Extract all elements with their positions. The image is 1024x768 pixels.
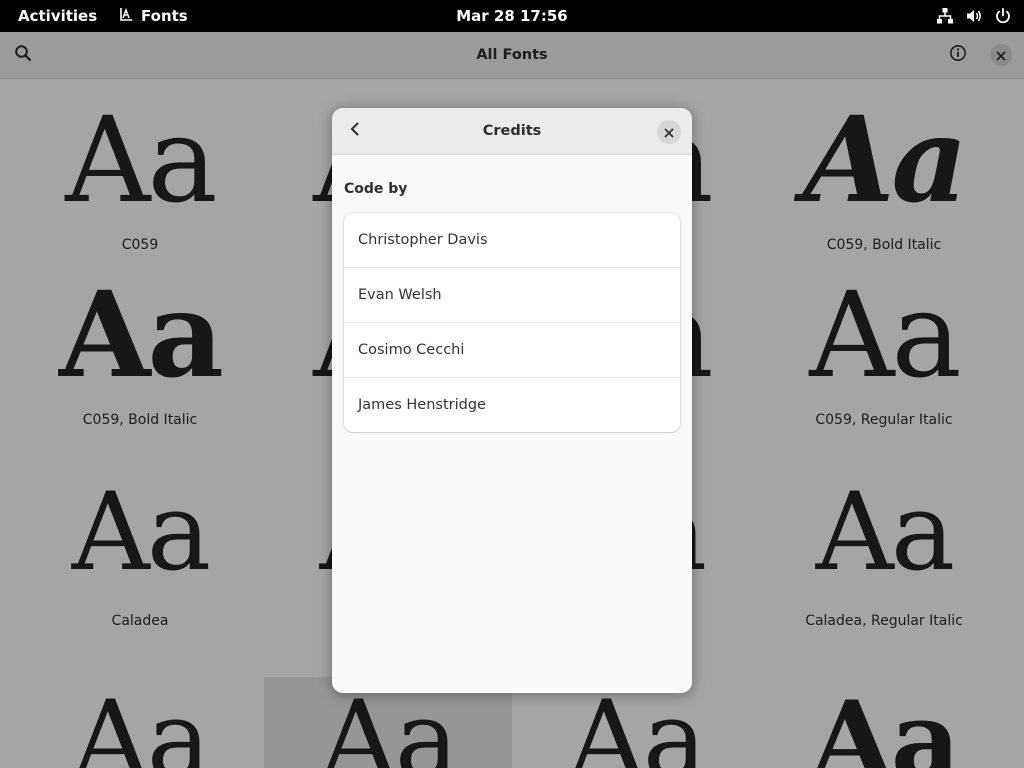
back-button[interactable] — [341, 117, 369, 145]
list-item: James Henstridge — [358, 397, 486, 413]
list-item: Cosimo Cecchi — [344, 323, 680, 378]
credits-list: Christopher Davis Evan Welsh Cosimo Cecc… — [344, 213, 680, 432]
dialog-header: Credits — [332, 108, 692, 155]
clock[interactable]: Mar 28 17:56 — [448, 7, 576, 25]
top-bar: Activities Fonts Mar 28 17:56 — [0, 0, 1024, 32]
system-status-area[interactable] — [936, 0, 1012, 32]
list-item: Evan Welsh — [344, 268, 680, 323]
credits-dialog: Credits Code by Christopher Davis Evan W… — [332, 108, 692, 693]
list-item: Christopher Davis — [344, 213, 680, 268]
fonts-app-icon — [118, 6, 134, 26]
dialog-title: Credits — [482, 123, 542, 139]
power-icon — [994, 7, 1012, 25]
back-arrow-icon — [347, 121, 363, 141]
section-heading: Code by — [344, 181, 408, 197]
app-menu-button[interactable]: Fonts — [110, 0, 196, 32]
app-menu-label: Fonts — [141, 7, 188, 25]
close-icon — [664, 123, 674, 142]
dialog-close-button[interactable] — [657, 120, 681, 144]
network-icon — [936, 7, 954, 25]
volume-icon — [965, 7, 983, 25]
activities-button[interactable]: Activities — [10, 0, 105, 32]
